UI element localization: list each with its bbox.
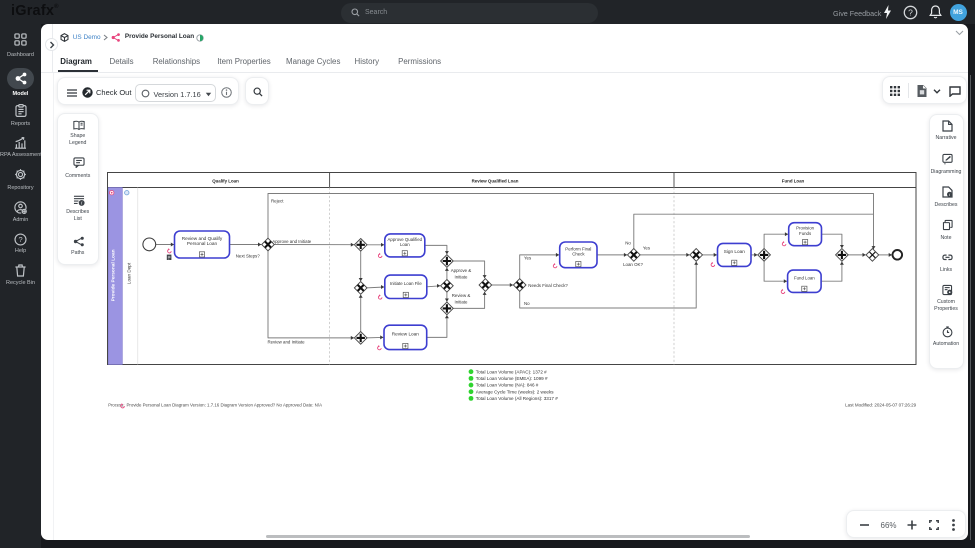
svg-text:Review Qualified Loan: Review Qualified Loan <box>472 179 519 184</box>
svg-text:No: No <box>625 241 631 246</box>
svg-text:Total Loan Volume (All Regions: Total Loan Volume (All Regions): 3317 # <box>476 396 558 401</box>
svg-text:Average Cycle Time (weeks): 2: Average Cycle Time (weeks): 2 weeks <box>476 389 554 394</box>
svg-text:Loan Dept: Loan Dept <box>127 262 132 284</box>
svg-text:Needs Final Check?: Needs Final Check? <box>528 283 568 288</box>
svg-text:Review and Initiate: Review and Initiate <box>267 339 305 344</box>
svg-text:Personal Loan: Personal Loan <box>187 241 218 246</box>
svg-text:Initiate: Initiate <box>455 274 468 279</box>
svg-text:Initiate: Initiate <box>455 299 468 304</box>
svg-text:Yes: Yes <box>524 255 532 260</box>
svg-text:Total Loan Volume (APAC): 1372: Total Loan Volume (APAC): 1372 # <box>476 369 547 374</box>
svg-text:Sign Loan: Sign Loan <box>724 249 746 254</box>
svg-text:Funds: Funds <box>799 231 812 236</box>
svg-text:Check: Check <box>572 251 585 256</box>
svg-text:Loan: Loan <box>400 242 410 247</box>
svg-text:Last Modified: 2024-05-07 07:2: Last Modified: 2024-05-07 07:26:29 <box>845 402 917 407</box>
svg-text:Next Steps?: Next Steps? <box>236 254 260 259</box>
svg-text:Provide Personal Loan: Provide Personal Loan <box>111 249 117 301</box>
svg-text:Review Loan: Review Loan <box>392 331 419 336</box>
svg-text:Qualify Loan: Qualify Loan <box>212 179 239 184</box>
svg-text:Total Loan Volume (NA): 846 #: Total Loan Volume (NA): 846 # <box>476 383 539 388</box>
svg-text:Review &: Review & <box>452 293 471 298</box>
svg-text:Yes: Yes <box>643 246 651 251</box>
svg-text:Provide Personal Loan Diagram: Provide Personal Loan Diagram Version: 1… <box>127 402 323 407</box>
svg-text:Approve &: Approve & <box>451 268 472 273</box>
svg-text:Loan OK?: Loan OK? <box>623 262 643 267</box>
svg-text:Reject: Reject <box>271 199 284 204</box>
svg-text:No: No <box>524 301 530 306</box>
svg-text:Initiate Loan File: Initiate Loan File <box>390 281 422 286</box>
svg-text:Total Loan Volume (EMEA): 1099: Total Loan Volume (EMEA): 1099 # <box>476 376 548 381</box>
svg-text:Approve and Initiate: Approve and Initiate <box>272 239 312 244</box>
svg-text:Fund Loan: Fund Loan <box>782 179 805 184</box>
svg-text:Fund Loan: Fund Loan <box>794 275 815 280</box>
